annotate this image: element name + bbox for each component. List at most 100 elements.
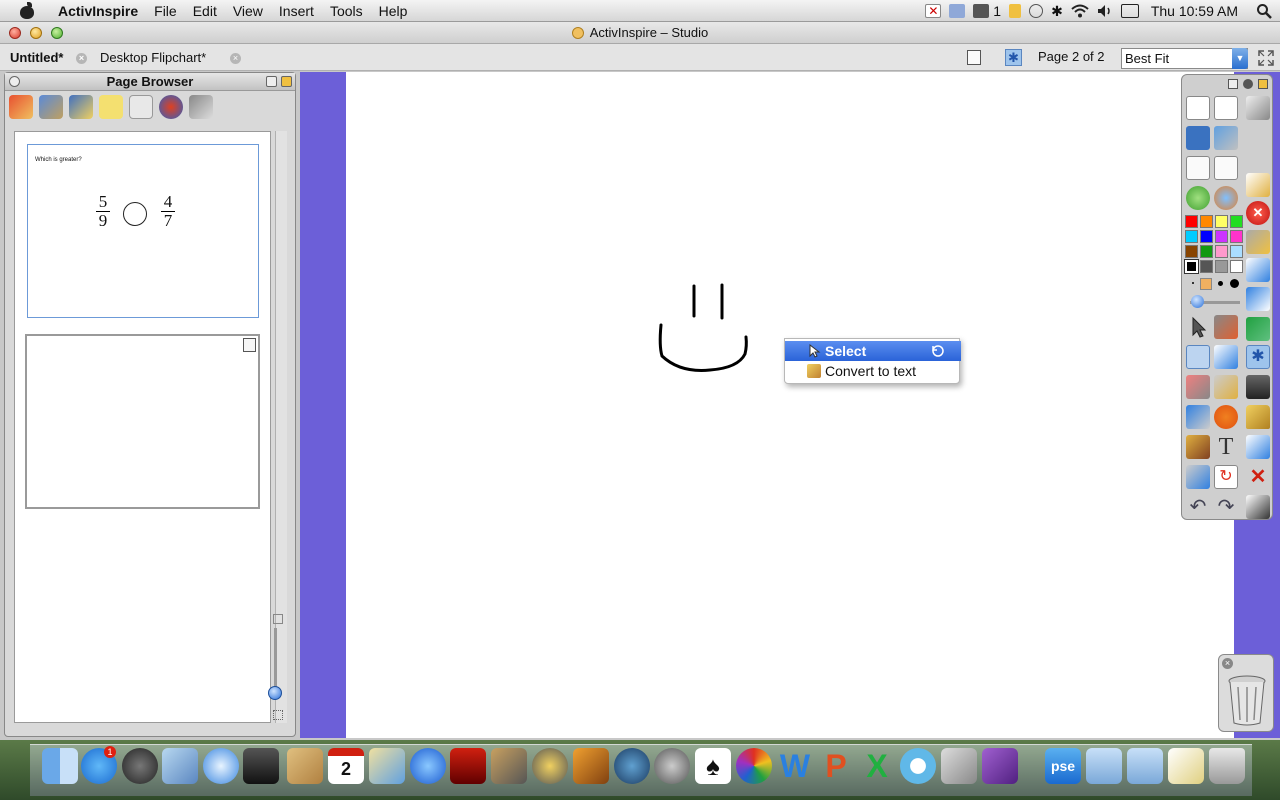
apple-icon[interactable] <box>18 1 36 20</box>
chevron-down-icon[interactable]: ▼ <box>1232 48 1248 69</box>
trash-icon[interactable] <box>1227 675 1267 727</box>
color-swatch-orange[interactable] <box>1200 215 1213 228</box>
close-icon[interactable]: × <box>76 53 87 64</box>
desktop-tools-icon[interactable] <box>1214 126 1238 150</box>
front-row-icon[interactable] <box>450 748 486 784</box>
customize-icon[interactable] <box>1246 96 1270 120</box>
page-browser-tab-icon[interactable] <box>9 95 33 119</box>
pen-width-slider-knob[interactable] <box>1191 295 1204 308</box>
facetime-icon[interactable] <box>243 748 279 784</box>
convert-to-text-menu-item[interactable]: Convert to text <box>785 361 961 381</box>
page-notes-icon[interactable] <box>967 50 981 65</box>
itunes-icon[interactable] <box>410 748 446 784</box>
color-swatch-cyan[interactable] <box>1185 230 1198 243</box>
page-thumbnail-list[interactable]: Which is greater? 5 9 4 7 <box>14 131 271 723</box>
toolbox-pin-icon[interactable] <box>1258 79 1268 89</box>
color-swatch-green[interactable] <box>1230 215 1243 228</box>
eraser-icon[interactable] <box>1186 375 1210 399</box>
redo-icon[interactable]: ↷ <box>1214 495 1238 519</box>
smiley-drawing[interactable] <box>650 278 760 378</box>
color-swatch-dark-gray[interactable] <box>1200 260 1213 273</box>
snowflake-icon[interactable]: ✱ <box>1246 345 1270 369</box>
flipchart-page[interactable] <box>346 72 1234 738</box>
pen-width-small[interactable] <box>1192 282 1194 284</box>
object-browser-tab-icon[interactable] <box>69 95 93 119</box>
iphoto-icon[interactable] <box>369 748 405 784</box>
connector-icon[interactable] <box>1186 405 1210 429</box>
tab-desktop-flipchart[interactable]: Desktop Flipchart* × <box>92 47 246 69</box>
undo-icon[interactable]: ↶ <box>1186 495 1210 519</box>
search-icon[interactable] <box>1256 3 1272 19</box>
color-swatch-white[interactable] <box>1230 260 1243 273</box>
screen-tools-icon[interactable] <box>1246 258 1270 282</box>
input-indicator[interactable]: 1 <box>973 3 1001 19</box>
snowflake-icon[interactable]: ✱ <box>1005 49 1022 66</box>
fullscreen-icon[interactable] <box>1257 49 1275 67</box>
color-swatch-pink[interactable] <box>1215 245 1228 258</box>
lock-icon[interactable] <box>1246 405 1270 429</box>
menu-view[interactable]: View <box>225 3 271 19</box>
word-icon[interactable]: W <box>777 748 813 784</box>
time-machine-icon[interactable] <box>614 748 650 784</box>
color-swatch-red[interactable] <box>1185 215 1198 228</box>
menu-tools[interactable]: Tools <box>322 3 371 19</box>
text-icon[interactable]: T <box>1214 435 1238 459</box>
recorder-icon[interactable] <box>1214 186 1238 210</box>
trash-icon[interactable] <box>1209 748 1245 784</box>
page-thumbnail-2[interactable] <box>25 334 260 509</box>
display-mirror-icon[interactable] <box>1120 4 1139 18</box>
play-icon[interactable] <box>1186 186 1210 210</box>
page-notes-icon[interactable] <box>243 338 256 352</box>
photoshop-elements-icon[interactable]: pse <box>1045 748 1081 784</box>
script-status-icon[interactable] <box>949 4 966 18</box>
excel-icon[interactable]: X <box>859 748 895 784</box>
wifi-icon[interactable] <box>1071 4 1089 18</box>
panel-pin-icon[interactable] <box>281 76 292 87</box>
desktop-annotate-icon[interactable] <box>1186 126 1210 150</box>
battery-accessory-icon[interactable] <box>1009 4 1022 18</box>
previous-page-icon[interactable] <box>1186 156 1210 180</box>
close-window-button[interactable] <box>9 27 21 39</box>
magic-ink-icon[interactable] <box>1214 315 1238 339</box>
zoom-window-button[interactable] <box>51 27 63 39</box>
imovie-icon[interactable] <box>532 748 568 784</box>
book-icon[interactable] <box>982 748 1018 784</box>
thumbnail-grid-icon[interactable] <box>273 614 283 624</box>
group-icon[interactable] <box>1246 317 1270 341</box>
main-menu-icon[interactable] <box>1186 96 1210 120</box>
dashboard-icon[interactable] <box>122 748 158 784</box>
time-machine-icon[interactable] <box>1029 4 1044 18</box>
color-swatch-light-blue[interactable] <box>1230 245 1243 258</box>
safari-icon[interactable] <box>203 748 239 784</box>
activinspire-status-icon[interactable]: ✕ <box>925 4 942 18</box>
close-icon[interactable]: × <box>230 53 241 64</box>
finder-icon[interactable] <box>42 748 78 784</box>
color-swatch-yellow[interactable] <box>1215 215 1228 228</box>
ical-icon[interactable]: 2 <box>328 748 364 784</box>
applications-folder-icon[interactable] <box>1086 748 1122 784</box>
thumbnail-size-slider-knob[interactable] <box>268 686 282 700</box>
menu-help[interactable]: Help <box>371 3 416 19</box>
delete-icon[interactable]: ✕ <box>1246 465 1270 489</box>
property-browser-tab-icon[interactable] <box>129 95 153 119</box>
documents-folder-icon[interactable] <box>1127 748 1163 784</box>
pen-icon[interactable] <box>1186 345 1210 369</box>
export-icon[interactable] <box>1246 287 1270 311</box>
tab-untitled[interactable]: Untitled* × <box>2 47 92 69</box>
resource-browser-tab-icon[interactable] <box>39 95 63 119</box>
thumbnail-grid-large-icon[interactable] <box>273 710 283 720</box>
downloads-stack-icon[interactable] <box>1168 748 1204 784</box>
menu-app-name[interactable]: ActivInspire <box>50 3 146 19</box>
system-preferences-icon[interactable] <box>654 748 690 784</box>
color-swatch-gray[interactable] <box>1215 260 1228 273</box>
color-swatch-brown[interactable] <box>1185 245 1198 258</box>
camera-icon[interactable] <box>1246 375 1270 399</box>
bluetooth-icon[interactable]: ✱ <box>1051 3 1063 20</box>
menu-file[interactable]: File <box>146 3 185 19</box>
address-book-icon[interactable] <box>287 748 323 784</box>
color-swatch-purple[interactable] <box>1215 230 1228 243</box>
select-menu-item[interactable]: Select <box>785 341 961 361</box>
clear-icon[interactable] <box>1246 495 1270 519</box>
volume-icon[interactable] <box>1097 4 1113 18</box>
menu-insert[interactable]: Insert <box>271 3 322 19</box>
